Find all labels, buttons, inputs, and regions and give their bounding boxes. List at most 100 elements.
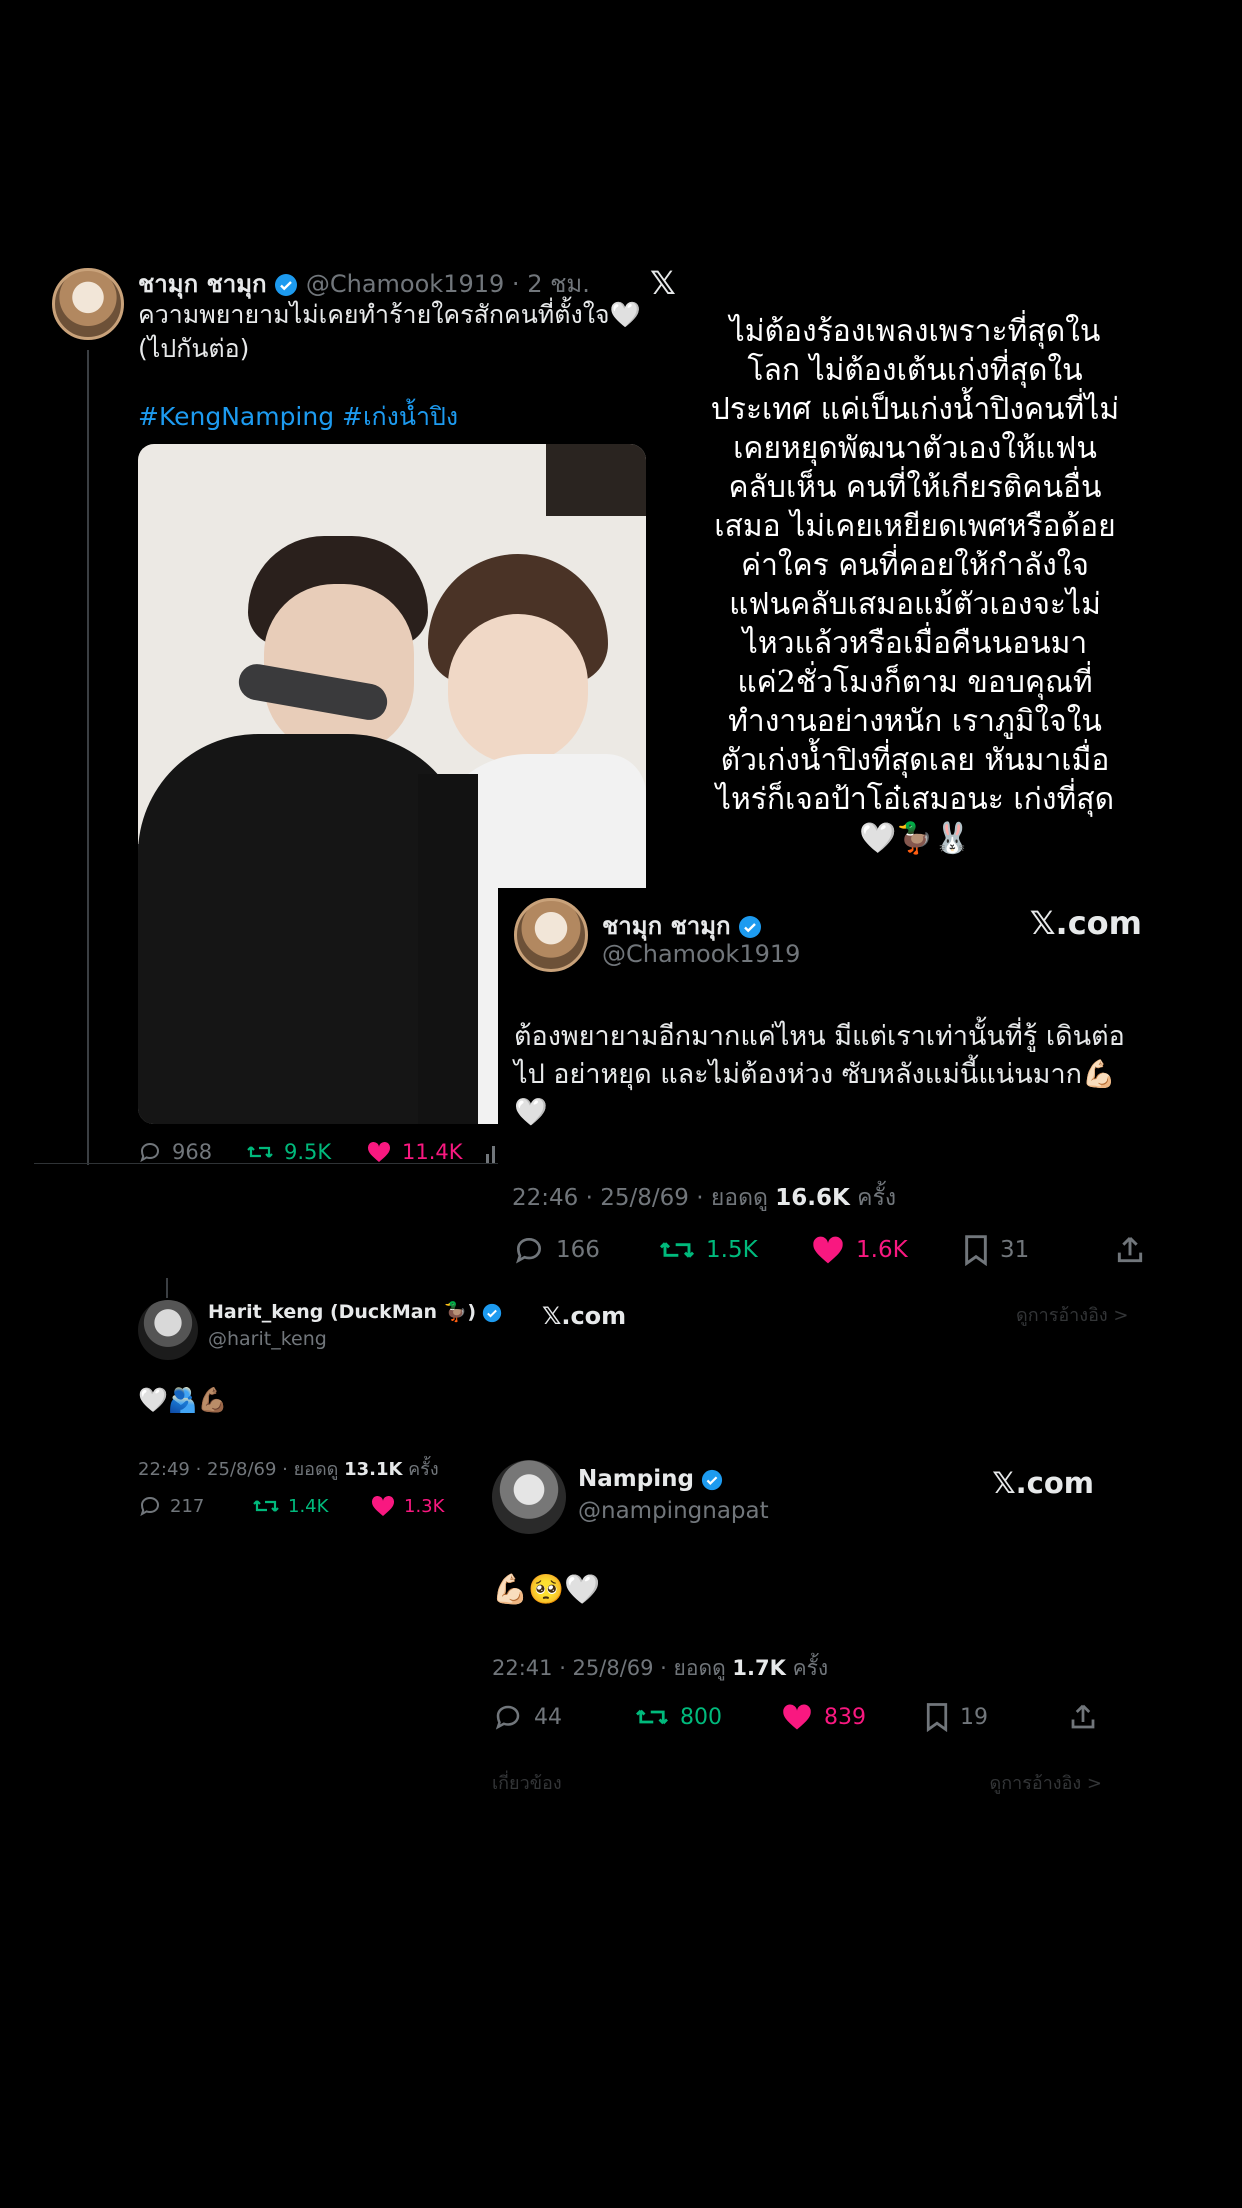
like-button[interactable]: 11.4K <box>366 1140 463 1164</box>
handle[interactable]: @Chamook1919 <box>306 270 504 298</box>
tweet-meta: 22:49 · 25/8/69 · ยอดดู 13.1K ครั้ง <box>138 1454 439 1483</box>
caption-line: ค่าใคร คนที่คอยให้กำลังใจ <box>741 548 1089 583</box>
caption-line: เสมอ ไม่เคยเหยียดเพศหรือด้อย <box>714 509 1116 544</box>
handle[interactable]: @harit_keng <box>208 1328 327 1350</box>
x-com-label[interactable]: 𝕏.com <box>992 1466 1094 1500</box>
retweet-icon <box>253 1500 279 1512</box>
reply-button[interactable]: 217 <box>138 1494 204 1518</box>
thread-line <box>87 350 89 1165</box>
reply-button[interactable]: 166 <box>512 1234 600 1266</box>
retweet-count: 1.4K <box>288 1495 329 1517</box>
retweet-icon <box>247 1146 273 1158</box>
avatar[interactable] <box>492 1460 566 1534</box>
bookmark-icon <box>965 1235 987 1266</box>
timestamp[interactable]: 2 ชม. <box>527 270 590 298</box>
meta-time[interactable]: 22:49 · 25/8/69 · ยอดดู <box>138 1459 344 1480</box>
avatar[interactable] <box>52 268 124 340</box>
share-icon[interactable] <box>1114 1234 1146 1266</box>
meta-time[interactable]: 22:46 · 25/8/69 · ยอดดู <box>512 1185 775 1211</box>
handle[interactable]: @nampingnapat <box>578 1498 769 1524</box>
tweet-card-chamook-2[interactable]: ชามุก ชามุก @Chamook1919 𝕏.com ต้องพยายา… <box>498 888 1166 1280</box>
thread-line-stub <box>166 1278 168 1298</box>
tweet-meta: 22:46 · 25/8/69 · ยอดดู 16.6K ครั้ง <box>512 1180 896 1216</box>
tweet-text-line: ความพยายามไม่เคยทำร้ายใครสักคนที่ตั้งใจ🤍 <box>138 300 641 329</box>
retweet-button[interactable]: 1.4K <box>252 1494 328 1518</box>
faded-quote-link[interactable]: ดูการอ้างอิง > <box>1016 1300 1128 1329</box>
caption-text: ไม่ต้องร้องเพลงเพราะที่สุดใน โลก ไม่ต้อง… <box>690 312 1140 858</box>
view-count: 16.6K <box>775 1185 850 1211</box>
share-icon[interactable] <box>1068 1702 1098 1732</box>
verified-badge-icon <box>738 915 762 939</box>
heart-icon <box>783 1704 811 1730</box>
display-name[interactable]: Harit_keng (DuckMan 🦆) <box>208 1301 476 1323</box>
caption-line: แฟนคลับเสมอแม้ตัวเองจะไม่ <box>729 587 1101 622</box>
bookmark-button[interactable]: 31 <box>962 1234 1029 1266</box>
x-logo-icon[interactable]: 𝕏 <box>650 264 676 302</box>
like-count: 11.4K <box>402 1140 463 1164</box>
meta-suffix: ครั้ง <box>402 1459 439 1480</box>
retweet-icon <box>636 1709 668 1725</box>
separator-dot: · <box>511 270 520 298</box>
reply-count: 166 <box>556 1237 600 1263</box>
reply-count: 968 <box>172 1140 213 1164</box>
wall-frame <box>546 444 646 516</box>
avatar[interactable] <box>138 1300 198 1360</box>
caption-line: ตัวเก่งน้ำปิงที่สุดเลย หันมาเมื่อ <box>720 743 1110 778</box>
verified-badge-icon <box>274 273 298 297</box>
view-count: 13.1K <box>344 1459 403 1480</box>
tweet-text-line: (ไปกันต่อ) <box>138 334 250 363</box>
tweet-meta: 22:41 · 25/8/69 · ยอดดู 1.7K ครั้ง <box>492 1652 828 1685</box>
bookmark-button[interactable]: 19 <box>924 1702 988 1732</box>
meta-time[interactable]: 22:41 · 25/8/69 · ยอดดู <box>492 1656 732 1680</box>
caption-line: โลก ไม่ต้องเต้นเก่งที่สุดใน <box>747 353 1083 388</box>
reply-icon <box>140 1496 160 1517</box>
like-button[interactable]: 839 <box>780 1702 866 1732</box>
like-button[interactable]: 1.6K <box>810 1234 908 1266</box>
display-name[interactable]: ชามุก ชามุก <box>138 270 267 298</box>
like-button[interactable]: 1.3K <box>370 1494 444 1518</box>
caption-line: ไม่ต้องร้องเพลงเพราะที่สุดใน <box>729 314 1101 349</box>
retweet-button[interactable]: 1.5K <box>658 1234 758 1266</box>
person-right-face <box>448 614 588 764</box>
caption-line: ทำงานอย่างหนัก เราภูมิใจใน <box>728 704 1102 739</box>
avatar[interactable] <box>514 898 588 972</box>
reply-count: 44 <box>534 1704 562 1730</box>
tweet-header: Harit_keng (DuckMan 🦆) <box>208 1300 502 1323</box>
verified-badge-icon <box>701 1469 723 1491</box>
retweet-button[interactable]: 9.5K <box>246 1140 331 1164</box>
reply-button[interactable]: 44 <box>492 1702 562 1732</box>
faded-quote-link[interactable]: ดูการอ้างอิง > <box>990 1768 1102 1797</box>
display-name[interactable]: ชามุก ชามุก <box>602 912 731 940</box>
like-count: 1.6K <box>856 1237 908 1263</box>
retweet-button[interactable]: 800 <box>634 1702 722 1732</box>
caption-line: 🤍🦆🐰 <box>858 821 972 856</box>
like-count: 839 <box>824 1704 866 1730</box>
caption-line: เคยหยุดพัฒนาตัวเองให้แฟน <box>733 431 1097 466</box>
x-com-label[interactable]: 𝕏.com <box>1030 904 1142 942</box>
meta-suffix: ครั้ง <box>785 1656 829 1680</box>
bookmark-count: 19 <box>960 1704 988 1730</box>
view-count: 1.7K <box>732 1656 786 1680</box>
tweet-text-line: ไป อย่าหยุด และไม่ต้องห่วง ซับหลังแม่นี้… <box>514 1059 1116 1090</box>
reply-button[interactable]: 968 <box>138 1140 212 1164</box>
tweet-text: 🤍🫂💪🏽 <box>138 1386 228 1414</box>
heart-icon <box>813 1236 843 1264</box>
reply-icon <box>140 1142 160 1163</box>
caption-line: ไหวแล้วหรือเมื่อคืนนอนมา <box>742 626 1088 661</box>
faded-related-link[interactable]: เกี่ยวข้อง <box>492 1768 562 1797</box>
x-com-label[interactable]: 𝕏.com <box>542 1302 626 1330</box>
handle[interactable]: @Chamook1919 <box>602 940 800 968</box>
reply-icon <box>516 1237 542 1264</box>
hashtags-link[interactable]: #KengNamping #เก่งน้ำปิง <box>138 400 678 434</box>
heart-icon <box>367 1141 391 1162</box>
verified-badge-icon <box>482 1303 502 1323</box>
bookmark-icon <box>926 1703 948 1732</box>
like-count: 1.3K <box>404 1495 445 1517</box>
caption-line: ไหร่ก็เจอป้าโอ๋เสมอนะ เก่งที่สุด <box>715 782 1115 817</box>
display-name[interactable]: Namping <box>578 1466 694 1492</box>
meta-suffix: ครั้ง <box>849 1185 897 1211</box>
retweet-count: 800 <box>680 1704 722 1730</box>
tweet-card-namping[interactable]: Namping @nampingnapat 𝕏.com 💪🏻🥺🤍 22:41 ·… <box>476 1446 1126 1794</box>
bookmark-count: 31 <box>1000 1237 1030 1263</box>
caption-line: แค่2ชั่วโมงก็ตาม ขอบคุณที่ <box>737 665 1093 700</box>
